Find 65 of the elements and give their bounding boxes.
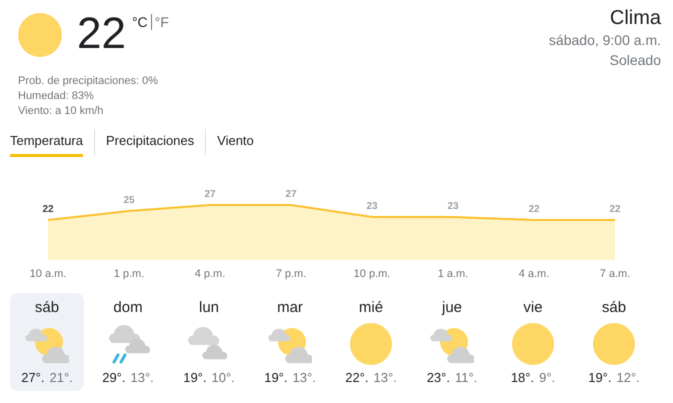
low-temperature: 13°. [130, 370, 154, 385]
time-label: 1 p.m. [114, 268, 144, 280]
day-card[interactable]: mié 22°. 13°. [334, 293, 408, 391]
low-temperature: 10°. [212, 370, 235, 385]
data-label: 27 [204, 189, 216, 200]
weather-title: Clima [608, 6, 661, 30]
data-label: 22 [609, 204, 621, 215]
weather-detail: Prob. de precipitaciones: 0% [18, 74, 160, 89]
weather-detail: Humedad: 83% [18, 89, 95, 104]
day-card[interactable]: vie 18°. 9°. [496, 293, 570, 391]
data-label: 25 [123, 195, 135, 206]
unit-toggle[interactable]: °C [132, 14, 148, 30]
high-temperature: 29°. [102, 370, 126, 385]
high-temperature: 22°. [345, 370, 368, 385]
unit-toggle[interactable]: °F [154, 14, 169, 30]
day-card[interactable]: sáb 19°. 12°. [577, 293, 651, 391]
time-label: 7 p.m. [276, 268, 306, 280]
time-label: 4 p.m. [194, 268, 226, 280]
time-label: 1 a.m. [438, 268, 468, 280]
tab[interactable]: Viento [205, 129, 265, 157]
day-name: mié [358, 299, 384, 317]
time-label: 4 a.m. [518, 268, 550, 280]
data-label: 27 [285, 189, 297, 200]
low-temperature: 13°. [374, 370, 397, 385]
day-card[interactable]: lun 19°. 10°. [172, 293, 246, 391]
weather-detail: Viento: a 10 km/h [18, 104, 104, 119]
low-temperature: 12°. [616, 370, 640, 385]
high-temperature: 23°. [426, 370, 450, 385]
condition-text: Soleado [608, 51, 661, 70]
day-card[interactable]: sáb 27°. 21°. [10, 293, 84, 391]
day-card[interactable]: mar 19°. 13°. [253, 293, 327, 391]
time-label: 7 a.m. [600, 268, 630, 280]
sun-icon [349, 322, 393, 366]
rain-cloud-icon [106, 322, 150, 366]
tab[interactable]: Temperatura [10, 129, 83, 157]
day-card[interactable]: dom 29°. 13°. [91, 293, 165, 391]
day-name: sáb [602, 299, 626, 317]
high-temperature: 18°. [510, 370, 534, 385]
high-temperature: 19°. [183, 370, 206, 385]
day-name: lun [198, 299, 220, 317]
day-name: vie [523, 299, 543, 317]
high-temperature: 27°. [21, 370, 44, 385]
day-name: sáb [34, 299, 60, 317]
day-name: mar [277, 299, 303, 317]
tab[interactable]: Precipitaciones [94, 129, 206, 157]
day-name: jue [442, 299, 462, 317]
sun-icon [511, 322, 555, 366]
day-name: dom [113, 299, 143, 317]
low-temperature: 11°. [454, 370, 478, 385]
data-label: 22 [528, 204, 540, 215]
low-temperature: 9°. [539, 370, 556, 385]
high-temperature: 19°. [588, 370, 612, 385]
time-label: 10 a.m. [30, 268, 66, 280]
data-label: 23 [447, 201, 459, 212]
date-time: sábado, 9:00 a.m. [548, 31, 661, 50]
day-card[interactable]: jue 23°. 11°. [415, 293, 489, 391]
high-temperature: 19°. [264, 370, 288, 385]
temperature-value: 22 [77, 8, 126, 60]
sun-icon [17, 12, 63, 58]
low-temperature: 13°. [292, 370, 316, 385]
sun-icon [592, 322, 636, 366]
low-temperature: 21°. [50, 370, 73, 385]
time-label: 10 p.m. [354, 268, 390, 280]
data-label: 22 [42, 204, 54, 215]
data-label: 23 [366, 201, 378, 212]
